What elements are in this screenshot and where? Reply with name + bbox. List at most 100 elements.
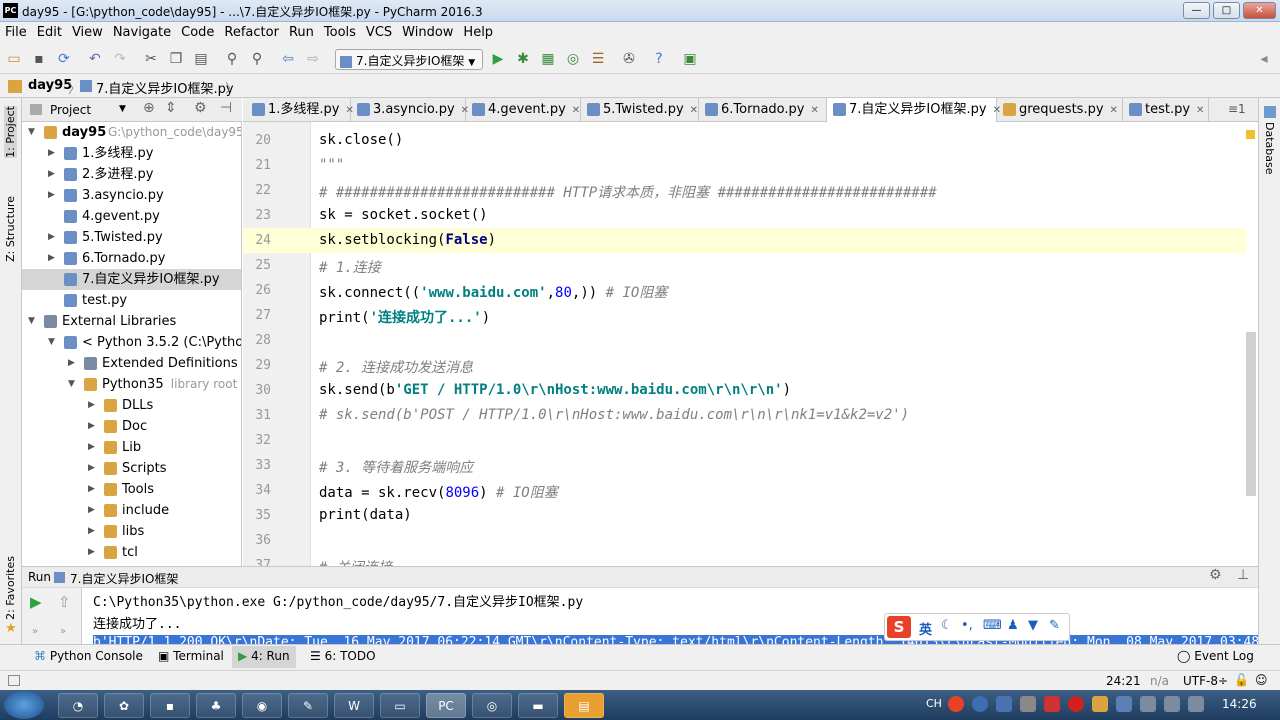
code-editor[interactable]: sk.close() """ # #########################… bbox=[311, 122, 1258, 566]
menu-help[interactable]: Help bbox=[458, 22, 498, 40]
menu-refactor[interactable]: Refactor bbox=[219, 22, 284, 40]
back-icon[interactable]: ⇦ bbox=[279, 50, 297, 68]
code-line[interactable]: sk = socket.socket() bbox=[319, 207, 488, 223]
tree-item[interactable]: ▶ libs bbox=[22, 521, 241, 542]
chevron-right-icon[interactable]: ▶ bbox=[88, 479, 95, 500]
menu-view[interactable]: View bbox=[67, 22, 108, 40]
menu-vcs[interactable]: VCS bbox=[361, 22, 397, 40]
scroll-up-icon[interactable]: ⇧ bbox=[58, 593, 71, 611]
tree-item[interactable]: 4.gevent.py bbox=[22, 206, 241, 227]
open-folder-icon[interactable]: ▭ bbox=[5, 50, 23, 68]
replace-icon[interactable]: ⚲ bbox=[248, 50, 266, 68]
chevron-down-icon[interactable]: ▼ bbox=[28, 311, 35, 332]
caret-position[interactable]: 24:21 bbox=[1106, 674, 1141, 688]
tree-item[interactable]: test.py bbox=[22, 290, 241, 311]
run-configuration-select[interactable]: 7.自定义异步IO框架 ▼ bbox=[335, 49, 483, 70]
tab-overflow-button[interactable]: ≡1 bbox=[1228, 102, 1246, 116]
code-line[interactable]: # 3. 等待着服务端响应 bbox=[319, 457, 473, 477]
search-everywhere-icon[interactable]: ◂ bbox=[1255, 50, 1273, 68]
debug-icon[interactable]: ✱ bbox=[514, 50, 532, 68]
cut-icon[interactable]: ✂ bbox=[142, 50, 160, 68]
chevron-down-icon[interactable]: ▼ bbox=[48, 332, 55, 353]
network-icon[interactable] bbox=[1140, 696, 1156, 712]
chevron-right-icon[interactable]: ▶ bbox=[88, 458, 95, 479]
chrome-icon[interactable]: ◉ bbox=[242, 693, 282, 718]
taskbar-app-icon[interactable]: ▤ bbox=[564, 693, 604, 718]
locate-target-icon[interactable]: ⊕ bbox=[143, 100, 155, 116]
code-line[interactable]: """ bbox=[319, 157, 344, 173]
tree-item[interactable]: ▶ 6.Tornado.py bbox=[22, 248, 241, 269]
tree-item[interactable]: ▶ Scripts bbox=[22, 458, 241, 479]
save-icon[interactable]: ▪ bbox=[30, 50, 48, 68]
project-tool-button[interactable]: 1: Project bbox=[4, 106, 17, 158]
moon-icon[interactable]: ☾ bbox=[941, 618, 953, 633]
tree-item[interactable]: ▶ 3.asyncio.py bbox=[22, 185, 241, 206]
cmd-icon[interactable]: ▬ bbox=[518, 693, 558, 718]
menu-tools[interactable]: Tools bbox=[319, 22, 361, 40]
chevron-down-icon[interactable]: ▼ bbox=[119, 104, 126, 114]
code-line[interactable]: print('连接成功了...') bbox=[319, 307, 490, 327]
tree-item[interactable]: ▶ Lib bbox=[22, 437, 241, 458]
gear-icon[interactable]: ⚙ bbox=[1209, 567, 1222, 583]
windows-start-icon[interactable] bbox=[4, 691, 44, 719]
run-console-output[interactable]: C:\Python35\python.exe G:/python_code/da… bbox=[82, 588, 1258, 644]
profile-icon[interactable]: ◎ bbox=[564, 50, 582, 68]
editor-tab[interactable]: grequests.py ✕ bbox=[997, 98, 1123, 122]
copy-icon[interactable]: ❐ bbox=[167, 50, 185, 68]
menu-navigate[interactable]: Navigate bbox=[108, 22, 176, 40]
settings-wrench-icon[interactable]: ✇ bbox=[620, 50, 638, 68]
skin-icon[interactable]: ▼ bbox=[1028, 618, 1038, 633]
explorer-icon[interactable]: ▭ bbox=[380, 693, 420, 718]
editor-tab[interactable]: 5.Twisted.py ✕ bbox=[581, 98, 699, 122]
help-tray-icon[interactable] bbox=[972, 696, 988, 712]
editor-tab[interactable]: test.py ✕ bbox=[1123, 98, 1209, 122]
editor-tab[interactable]: 3.asyncio.py ✕ bbox=[351, 98, 469, 122]
file-encoding[interactable]: UTF-8÷ bbox=[1183, 674, 1228, 688]
sogou-tray-icon[interactable] bbox=[948, 696, 964, 712]
event-log-button[interactable]: ◯ Event Log bbox=[1177, 649, 1254, 663]
code-line[interactable]: data = sk.recv(8096) # IO阻塞 bbox=[319, 482, 558, 502]
tray-icon[interactable] bbox=[1020, 696, 1036, 712]
tray-icon[interactable] bbox=[1044, 696, 1060, 712]
punctuation-icon[interactable]: •, bbox=[961, 618, 973, 633]
taskbar-app-icon[interactable]: ♣ bbox=[196, 693, 236, 718]
minimize-button[interactable]: — bbox=[1183, 2, 1210, 19]
tab-todo[interactable]: ☰ 6: TODO bbox=[310, 649, 376, 663]
code-line[interactable]: sk.setblocking(False) bbox=[319, 232, 496, 248]
code-line[interactable]: # ########################## HTTP请求本质，非阻… bbox=[319, 182, 937, 202]
input-language-indicator[interactable]: CH bbox=[926, 697, 942, 710]
chevron-right-icon[interactable]: ▶ bbox=[68, 353, 75, 374]
editor-tab[interactable]: 6.Tornado.py ✕ bbox=[699, 98, 827, 122]
breadcrumb-project[interactable]: day95 bbox=[28, 78, 72, 93]
more-actions-icon[interactable]: » bbox=[32, 626, 38, 637]
close-icon[interactable]: ✕ bbox=[572, 105, 580, 116]
tree-item[interactable]: ▶ include bbox=[22, 500, 241, 521]
close-icon[interactable]: ✕ bbox=[1196, 105, 1204, 116]
chevron-down-icon[interactable]: ▼ bbox=[28, 122, 35, 143]
pycharm-taskbar-icon[interactable]: PC bbox=[426, 693, 466, 718]
chevron-right-icon[interactable]: ▶ bbox=[88, 500, 95, 521]
chevron-right-icon[interactable]: ▶ bbox=[88, 542, 95, 563]
editor-tab[interactable]: 7.自定义异步IO框架.py ✕ bbox=[827, 98, 1001, 122]
tool-window-toggle-icon[interactable] bbox=[8, 675, 20, 686]
coverage-icon[interactable]: ▦ bbox=[539, 50, 557, 68]
tray-icon[interactable] bbox=[1188, 696, 1204, 712]
forward-icon[interactable]: ⇨ bbox=[304, 50, 322, 68]
tree-item[interactable]: ▶ DLLs bbox=[22, 395, 241, 416]
concurrency-icon[interactable]: ☰ bbox=[589, 50, 607, 68]
taskbar-app-icon[interactable]: ✎ bbox=[288, 693, 328, 718]
code-line[interactable]: sk.close() bbox=[319, 132, 403, 148]
chevron-right-icon[interactable]: ▶ bbox=[48, 164, 55, 185]
code-line[interactable]: sk.send(b'GET / HTTP/1.0\r\nHost:www.bai… bbox=[319, 382, 791, 398]
word-icon[interactable]: W bbox=[334, 693, 374, 718]
close-icon[interactable]: ✕ bbox=[690, 105, 698, 116]
project-view-selector[interactable]: Project bbox=[50, 103, 91, 117]
line-separator[interactable]: n/a bbox=[1150, 674, 1169, 688]
tree-item[interactable]: ▼ External Libraries bbox=[22, 311, 241, 332]
chevron-right-icon[interactable]: ▶ bbox=[88, 395, 95, 416]
code-line[interactable]: # 1.连接 bbox=[319, 257, 381, 277]
menu-edit[interactable]: Edit bbox=[32, 22, 67, 40]
editor-scrollbar[interactable] bbox=[1246, 332, 1256, 496]
paste-icon[interactable]: ▤ bbox=[192, 50, 210, 68]
tree-item[interactable]: ▼ Python35 library root bbox=[22, 374, 241, 395]
